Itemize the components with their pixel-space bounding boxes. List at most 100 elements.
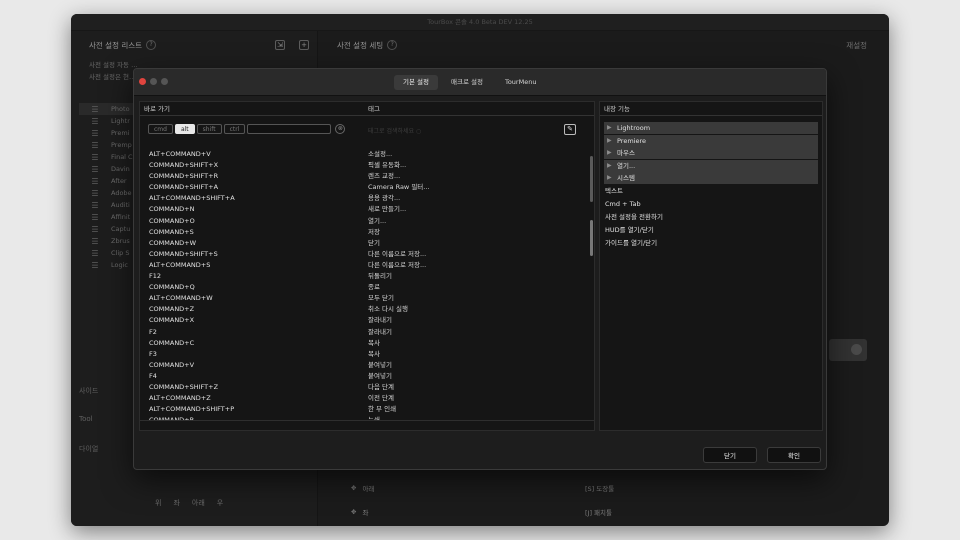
close-button[interactable]: 닫기	[703, 447, 757, 463]
builtin-group[interactable]: ▶ Lightroom	[604, 122, 818, 134]
shortcut-keys: COMMAND+O	[149, 216, 195, 225]
tab-tourmenu[interactable]: TourMenu	[496, 75, 545, 90]
shortcut-row[interactable]: COMMAND+V 붙여넣기	[140, 360, 594, 371]
builtin-group[interactable]: ▶ Premiere	[604, 134, 818, 147]
shortcut-keys: COMMAND+SHIFT+X	[149, 161, 219, 170]
expand-arrow-icon[interactable]: ▶	[607, 135, 617, 147]
shortcut-tag: 붙여넣기	[368, 371, 392, 380]
minimize-window-icon[interactable]	[150, 78, 157, 85]
shortcut-row[interactable]: ALT+COMMAND+S 다른 이름으로 저장...	[140, 260, 594, 271]
shortcut-row[interactable]: ALT+COMMAND+V 소설정...	[140, 149, 594, 160]
shortcut-keys: ALT+COMMAND+V	[149, 150, 211, 158]
shortcut-row[interactable]: COMMAND+SHIFT+X 픽셀 유동화...	[140, 160, 594, 171]
builtin-item[interactable]: 사전 설정을 전환하기	[604, 211, 818, 224]
tab-basic-settings[interactable]: 기본 설정	[394, 75, 438, 90]
expand-arrow-icon[interactable]: ▶	[607, 147, 617, 159]
shortcut-keys: F2	[149, 327, 157, 336]
shortcut-row[interactable]: COMMAND+Q 종료	[140, 282, 594, 293]
shortcut-tag: 뒤돌리기	[368, 272, 392, 281]
shortcut-tag: 다른 이름으로 저장...	[368, 249, 427, 258]
chip-shift[interactable]: shift	[196, 124, 222, 134]
chip-alt[interactable]: alt	[174, 124, 195, 134]
shortcut-keys: COMMAND+SHIFT+Z	[149, 382, 219, 391]
shortcut-keys: COMMAND+Q	[149, 283, 195, 292]
shortcut-row[interactable]: COMMAND+SHIFT+S 다른 이름으로 저장...	[140, 249, 594, 260]
shortcut-row[interactable]: ALT+COMMAND+SHIFT+A 용용 광각...	[140, 193, 594, 204]
shortcut-row[interactable]: F3 복사	[140, 349, 594, 360]
shortcut-keys: COMMAND+C	[149, 338, 195, 347]
builtin-group-label: Premiere	[617, 136, 646, 145]
shortcut-keys: COMMAND+W	[149, 238, 197, 247]
shortcut-tag: 픽셀 유동화...	[368, 161, 407, 170]
shortcut-tag: 이전 단계	[368, 394, 394, 403]
builtin-item[interactable]: 가이드를 열기/닫기	[604, 237, 818, 250]
shortcut-row[interactable]: COMMAND+W 닫기	[140, 238, 594, 249]
modifier-filter: cmd alt shift ctrl ⊗	[148, 124, 346, 134]
shortcut-tag: 렌즈 교정...	[368, 172, 401, 181]
builtin-group[interactable]: ▶ 열기...	[604, 159, 818, 172]
shortcut-row[interactable]: F4 붙여넣기	[140, 371, 594, 382]
shortcut-keys: COMMAND+V	[149, 360, 195, 369]
shortcut-tag: 다른 이름으로 저장...	[368, 260, 427, 269]
shortcut-keys: ALT+COMMAND+W	[149, 294, 213, 303]
builtin-item[interactable]: HUD를 열기/닫기	[604, 224, 818, 237]
tab-macro-settings[interactable]: 매크로 설정	[442, 75, 492, 90]
shortcut-row[interactable]: COMMAND+S 저장	[140, 227, 594, 238]
shortcut-keys: COMMAND+N	[149, 205, 195, 214]
shortcut-list: ALT+COMMAND+V 소설정... COMMAND+SHIFT+X 픽셀 유동화…	[140, 149, 594, 421]
builtin-group[interactable]: ▶ 마우스	[604, 147, 818, 160]
shortcut-keys: F4	[149, 371, 157, 380]
shortcut-row[interactable]: COMMAND+X 잘라내기	[140, 315, 594, 326]
expand-arrow-icon[interactable]: ▶	[607, 172, 617, 184]
shortcut-row[interactable]: ALT+COMMAND+Z 이전 단계	[140, 393, 594, 404]
shortcut-keys: COMMAND+S	[149, 227, 194, 236]
shortcut-row[interactable]: COMMAND+SHIFT+A Camera Raw 필터...	[140, 182, 594, 193]
shortcut-tag: Camera Raw 필터...	[368, 183, 430, 192]
shortcut-row[interactable]: COMMAND+Z 취소 다시 실행	[140, 304, 594, 315]
builtin-group-label: Lightroom	[617, 124, 651, 132]
chip-cmd[interactable]: cmd	[148, 124, 173, 134]
builtin-group-label: 마우스	[617, 149, 635, 158]
builtin-group[interactable]: ▶ 시스템	[604, 172, 818, 185]
shortcut-keys: ALT+COMMAND+SHIFT+A	[149, 194, 235, 203]
builtin-item[interactable]: Cmd + Tab	[604, 198, 818, 211]
shortcut-row[interactable]: F2 잘라내기	[140, 327, 594, 338]
shortcut-keys: COMMAND+SHIFT+R	[149, 172, 219, 181]
shortcut-panel: 바로 가기 태그 cmd alt shift ctrl ⊗ 태그로 검색하세요 …	[139, 101, 595, 431]
expand-arrow-icon[interactable]: ▶	[607, 160, 617, 172]
builtin-group-label: 시스템	[617, 174, 635, 183]
shortcut-tag: 잘라내기	[368, 327, 392, 336]
shortcut-keys: ALT+COMMAND+Z	[149, 394, 211, 403]
shortcut-panel-header: 바로 가기 태그	[140, 102, 594, 116]
scrollbar-thumb[interactable]	[590, 220, 593, 256]
clear-icon[interactable]: ⊗	[335, 124, 346, 134]
shortcut-keys: COMMAND+SHIFT+A	[149, 183, 219, 192]
shortcut-tag: 복사	[368, 338, 380, 347]
edit-icon[interactable]: ✎	[564, 124, 576, 135]
zoom-window-icon[interactable]	[161, 78, 168, 85]
shortcut-row[interactable]: ALT+COMMAND+W 모두 닫기	[140, 293, 594, 304]
shortcut-tag: 취소 다시 실행	[368, 305, 409, 314]
chip-ctrl[interactable]: ctrl	[223, 124, 246, 134]
shortcut-row[interactable]: COMMAND+SHIFT+R 렌즈 교정...	[140, 171, 594, 182]
dialog-titlebar: 기본 설정 매크로 설정 TourMenu	[134, 69, 826, 96]
shortcut-tag: 새로 만들기...	[368, 205, 407, 214]
shortcut-row[interactable]: ALT+COMMAND+SHIFT+P 한 부 인쇄	[140, 404, 594, 415]
builtin-tree: ▶ Lightroom ▶ Premiere ▶ 마우스 ▶ 열기... ▶ 시스템 텍스트 Cmd …	[604, 122, 818, 250]
shortcut-row[interactable]: COMMAND+SHIFT+Z 다음 단계	[140, 382, 594, 393]
builtin-item[interactable]: 텍스트	[604, 185, 818, 198]
shortcut-row[interactable]: F12 뒤돌리기	[140, 271, 594, 282]
shortcut-row[interactable]: COMMAND+C 복사	[140, 338, 594, 349]
shortcut-row[interactable]: COMMAND+N 새로 만들기...	[140, 204, 594, 215]
shortcut-keys: COMMAND+SHIFT+S	[149, 249, 218, 258]
shortcut-keys: ALT+COMMAND+SHIFT+P	[149, 405, 235, 414]
key-filter-input[interactable]	[247, 124, 332, 134]
builtin-group-label: 열기...	[617, 161, 636, 170]
tag-search-input[interactable]: 태그로 검색하세요 ○	[368, 126, 421, 135]
shortcut-row[interactable]: COMMAND+O 열기...	[140, 216, 594, 227]
expand-arrow-icon[interactable]: ▶	[607, 122, 617, 134]
confirm-button[interactable]: 확인	[767, 447, 821, 463]
shortcut-tag: 다음 단계	[368, 382, 394, 391]
close-window-icon[interactable]	[139, 78, 146, 85]
shortcut-tag: 붙여넣기	[368, 360, 392, 369]
